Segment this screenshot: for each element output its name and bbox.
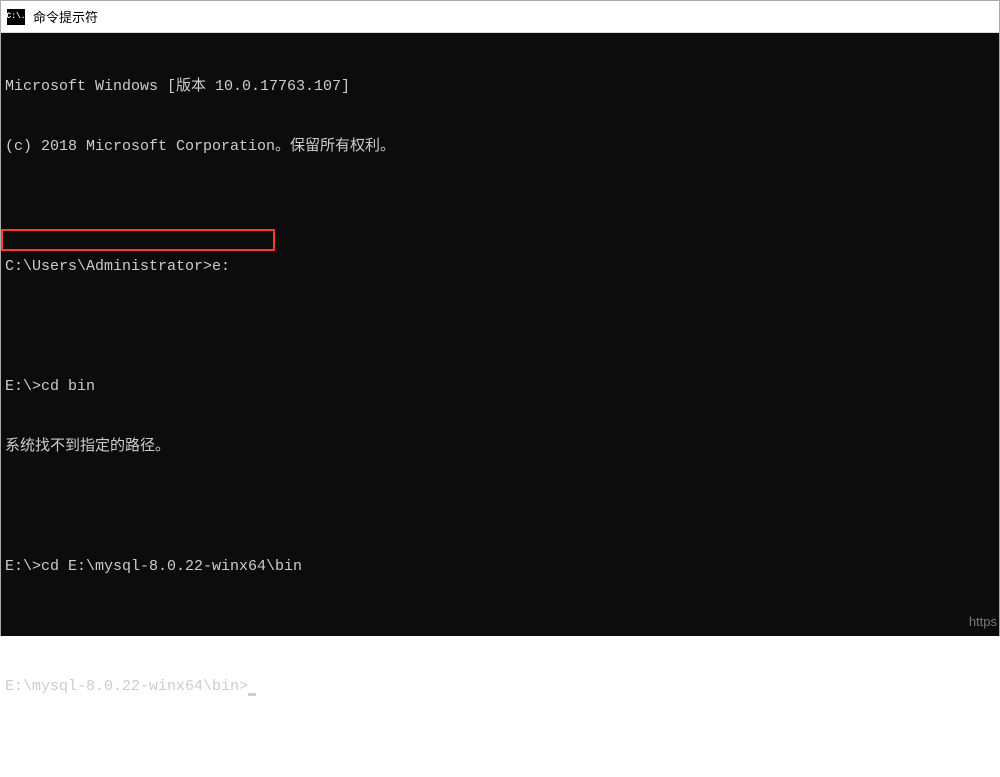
watermark-text: https: [969, 612, 997, 632]
command-prompt-icon: C:\.: [7, 9, 25, 25]
terminal-cursor: [248, 693, 256, 696]
terminal-prompt-text: E:\mysql-8.0.22-winx64\bin>: [5, 678, 248, 695]
command-prompt-window: C:\. 命令提示符 Microsoft Windows [版本 10.0.17…: [0, 0, 1000, 636]
window-title: 命令提示符: [33, 7, 98, 26]
highlight-annotation: [1, 229, 275, 251]
terminal-line: [5, 197, 999, 217]
window-titlebar[interactable]: C:\. 命令提示符: [1, 1, 999, 33]
terminal-line: E:\>cd E:\mysql-8.0.22-winx64\bin: [5, 557, 999, 577]
terminal-line: (c) 2018 Microsoft Corporation。保留所有权利。: [5, 137, 999, 157]
terminal-line: [5, 317, 999, 337]
terminal-line: Microsoft Windows [版本 10.0.17763.107]: [5, 77, 999, 97]
terminal-line: C:\Users\Administrator>e:: [5, 257, 999, 277]
icon-text: C:\.: [6, 13, 25, 21]
terminal-line: [5, 497, 999, 517]
terminal-area[interactable]: Microsoft Windows [版本 10.0.17763.107] (c…: [1, 33, 999, 636]
terminal-line: [5, 617, 999, 637]
terminal-line: 系统找不到指定的路径。: [5, 437, 999, 457]
terminal-prompt-line: E:\mysql-8.0.22-winx64\bin>: [5, 677, 999, 697]
terminal-line: E:\>cd bin: [5, 377, 999, 397]
